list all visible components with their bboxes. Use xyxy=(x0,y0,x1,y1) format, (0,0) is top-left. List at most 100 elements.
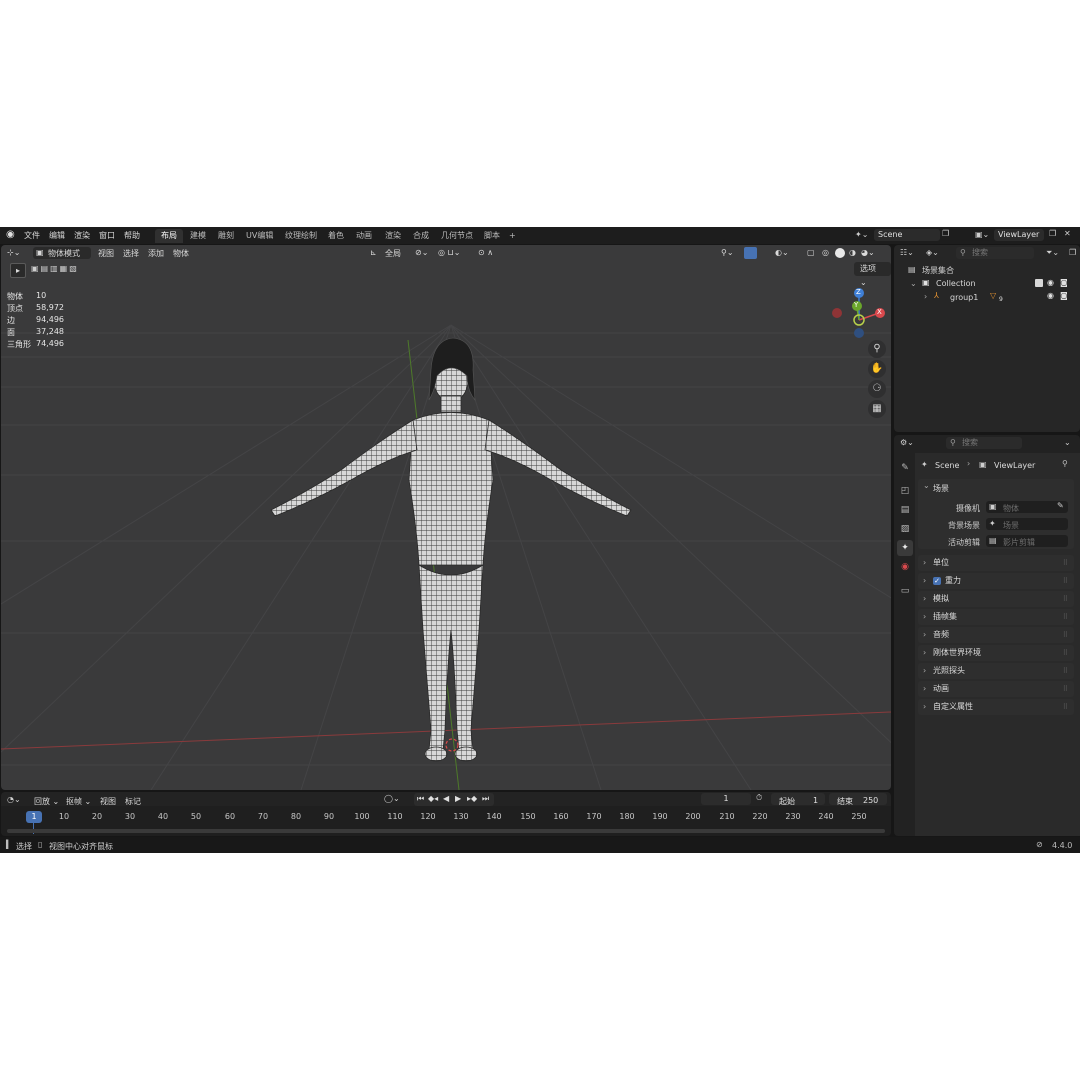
drag-grip-icon[interactable]: ⠿ xyxy=(1063,681,1068,697)
scene-section-label[interactable]: 场景 xyxy=(933,483,949,494)
section-audio[interactable]: › 音频 ⠿ xyxy=(918,627,1074,643)
drag-grip-icon[interactable]: ⠿ xyxy=(1063,573,1068,589)
collection-visibility-eye-icon[interactable]: ◉ xyxy=(1047,278,1054,287)
scene-selector-icon[interactable]: ✦⌄ xyxy=(855,230,868,239)
view-layer-name-field[interactable]: ViewLayer xyxy=(994,229,1044,241)
3d-viewport[interactable]: ⊹⌄ ▣ 物体模式 视图 选择 添加 物体 ⊾ 全局 ⊘⌄ ◎ ⊔⌄ ⊙ ∧ ⚲… xyxy=(1,245,891,790)
collection-checkbox[interactable] xyxy=(1035,279,1043,287)
overlay-toggle-icon[interactable]: ◐⌄ xyxy=(775,248,789,257)
solid-shading-icon[interactable] xyxy=(835,248,845,258)
eyedropper-icon[interactable]: ✎ xyxy=(1057,501,1064,510)
section-keying-sets[interactable]: › 插帧集 ⠿ xyxy=(918,609,1074,625)
tab-rendering[interactable]: 渲染 xyxy=(379,229,407,243)
remove-view-layer-icon[interactable]: ✕ xyxy=(1064,229,1071,238)
tab-texture-paint[interactable]: 纹理绘制 xyxy=(279,229,323,243)
tab-animation[interactable]: 动画 xyxy=(350,229,378,243)
camera-view-icon[interactable]: ⚆ xyxy=(868,380,886,398)
proportional-edit-icon[interactable]: ⊙ ∧ xyxy=(478,248,493,257)
pin-icon[interactable]: ⚲ xyxy=(1062,459,1068,468)
menu-render[interactable]: 渲染 xyxy=(74,230,90,241)
wireframe-shading-icon[interactable]: ◎ xyxy=(822,248,829,257)
menu-object[interactable]: 物体 xyxy=(173,248,189,259)
section-light-probes[interactable]: › 光照探头 ⠿ xyxy=(918,663,1074,679)
menu-file[interactable]: 文件 xyxy=(24,230,40,241)
tool-tab-icon[interactable]: ✎ xyxy=(897,460,913,476)
scene-name-field[interactable]: Scene xyxy=(874,229,940,241)
object-label[interactable]: group1 xyxy=(950,293,978,302)
new-view-layer-icon[interactable]: ❐ xyxy=(1049,229,1056,238)
tab-layout[interactable]: 布局 xyxy=(155,229,183,243)
network-status-icon[interactable]: ⊘ xyxy=(1036,840,1043,849)
menu-edit[interactable]: 编辑 xyxy=(49,230,65,241)
human-mesh-model[interactable] xyxy=(261,330,641,790)
background-scene-field[interactable] xyxy=(986,518,1068,530)
pivot-icon[interactable]: ⊘⌄ xyxy=(415,248,428,257)
collection-render-camera-icon[interactable]: ◙ xyxy=(1060,278,1068,287)
tab-scripting[interactable]: 脚本 xyxy=(478,229,506,243)
section-rigid-body-world[interactable]: › 刚体世界环境 ⠿ xyxy=(918,645,1074,661)
properties-editor-type-icon[interactable]: ⚙⌄ xyxy=(900,438,914,447)
section-custom-properties[interactable]: › 自定义属性 ⠿ xyxy=(918,699,1074,715)
menu-select[interactable]: 选择 xyxy=(123,248,139,259)
display-mode-icon[interactable]: ◈⌄ xyxy=(926,248,939,257)
render-tab-icon[interactable]: ◰ xyxy=(897,483,913,499)
timeline-panel[interactable]: ◔⌄ 回放 ⌄ 抠帧 ⌄ 视图 标记 ◯⌄ ⏮ ◆◂ ◀ ▶ ▸◆ ⏭ 1 ⏱ … xyxy=(1,792,891,836)
gizmo-toggle-icon[interactable] xyxy=(744,247,757,259)
blender-logo-icon[interactable]: ◉ xyxy=(6,229,15,240)
object-expand-icon[interactable]: › xyxy=(924,292,927,301)
tab-compositing[interactable]: 合成 xyxy=(407,229,435,243)
tab-modeling[interactable]: 建模 xyxy=(184,229,212,243)
outliner-editor-type-icon[interactable]: ☷⌄ xyxy=(900,248,914,257)
transform-orientation-dropdown[interactable]: 全局 xyxy=(385,248,401,259)
drag-grip-icon[interactable]: ⠿ xyxy=(1063,591,1068,607)
scene-tab-icon[interactable]: ✦ xyxy=(897,540,913,556)
rendered-shading-icon[interactable]: ◕⌄ xyxy=(861,248,875,257)
drag-grip-icon[interactable]: ⠿ xyxy=(1063,663,1068,679)
camera-field[interactable] xyxy=(986,501,1068,513)
perspective-grid-icon[interactable]: ▦ xyxy=(868,400,886,418)
properties-options-icon[interactable]: ⌄ xyxy=(1064,438,1071,447)
section-simulation[interactable]: › 模拟 ⠿ xyxy=(918,591,1074,607)
options-dropdown[interactable]: 选项 ⌄ xyxy=(854,262,891,287)
pan-hand-icon[interactable]: ✋ xyxy=(868,360,886,378)
material-shading-icon[interactable]: ◑ xyxy=(849,248,856,257)
snap-icon[interactable]: ◎ ⊔⌄ xyxy=(438,248,460,257)
gravity-checkbox[interactable]: ✓ xyxy=(933,577,941,585)
drag-grip-icon[interactable]: ⠿ xyxy=(1063,627,1068,643)
tab-shading[interactable]: 着色 xyxy=(322,229,350,243)
selection-mode-icons[interactable]: ▣▤▥▦▧ xyxy=(31,264,79,273)
new-collection-icon[interactable]: ❐ xyxy=(1069,248,1076,257)
view-layer-tab-icon[interactable]: ▨ xyxy=(897,521,913,537)
select-tool-icon[interactable]: ▸ xyxy=(10,263,26,278)
scene-collection-label[interactable]: 场景集合 xyxy=(922,265,954,276)
tab-geometry-nodes[interactable]: 几何节点 xyxy=(435,229,479,243)
filter-icon[interactable]: ⏷⌄ xyxy=(1046,248,1059,258)
editor-type-icon[interactable]: ⊹⌄ xyxy=(7,248,20,257)
tab-uv-editing[interactable]: UV编辑 xyxy=(240,229,279,243)
add-workspace-button[interactable]: + xyxy=(503,229,522,243)
timeline-scrollbar[interactable] xyxy=(7,829,885,833)
xray-toggle-icon[interactable]: ▢ xyxy=(807,248,815,257)
tab-sculpting[interactable]: 雕刻 xyxy=(212,229,240,243)
object-render-camera-icon[interactable]: ◙ xyxy=(1060,291,1068,300)
menu-help[interactable]: 帮助 xyxy=(124,230,140,241)
visibility-icon[interactable]: ⚲⌄ xyxy=(721,248,734,257)
outliner-search-input[interactable]: 搜索 xyxy=(956,247,1034,259)
section-animation[interactable]: › 动画 ⠿ xyxy=(918,681,1074,697)
section-units[interactable]: › 单位 ⠿ xyxy=(918,555,1074,571)
collection-label[interactable]: Collection xyxy=(936,279,976,288)
output-tab-icon[interactable]: ▤ xyxy=(897,502,913,518)
collection-tab-icon[interactable]: ▭ xyxy=(897,583,913,599)
menu-view[interactable]: 视图 xyxy=(98,248,114,259)
drag-grip-icon[interactable]: ⠿ xyxy=(1063,645,1068,661)
menu-add[interactable]: 添加 xyxy=(148,248,164,259)
collection-expand-icon[interactable]: ⌄ xyxy=(910,279,917,288)
section-gravity[interactable]: › ✓ 重力 ⠿ xyxy=(918,573,1074,589)
view-layer-selector-icon[interactable]: ▣⌄ xyxy=(975,230,989,239)
menu-window[interactable]: 窗口 xyxy=(99,230,115,241)
new-scene-icon[interactable]: ❐ xyxy=(942,229,949,238)
drag-grip-icon[interactable]: ⠿ xyxy=(1063,609,1068,625)
scene-section-chevron-icon[interactable]: ⌄ xyxy=(923,481,930,490)
object-visibility-eye-icon[interactable]: ◉ xyxy=(1047,291,1054,300)
drag-grip-icon[interactable]: ⠿ xyxy=(1063,555,1068,571)
